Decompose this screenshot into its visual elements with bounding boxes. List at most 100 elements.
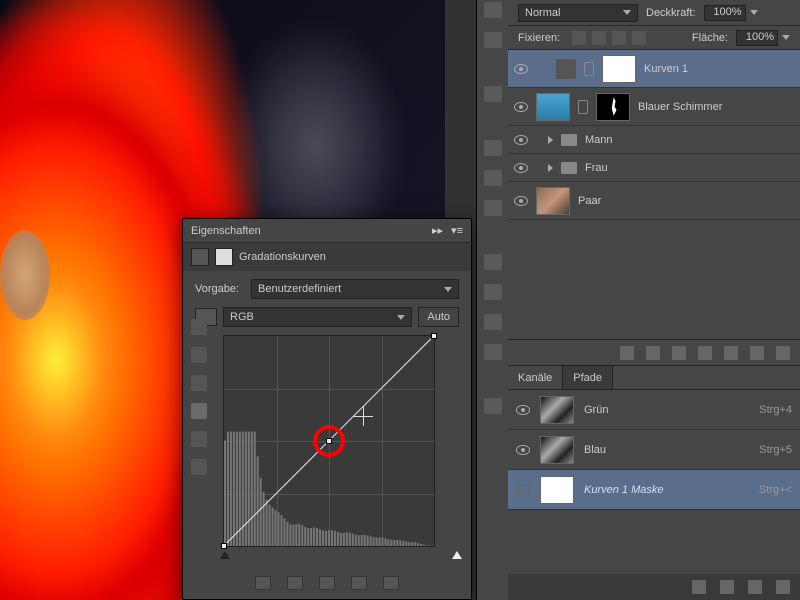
curves-adjustment-icon [191,248,209,266]
layer-mask-thumb[interactable] [602,55,636,83]
visibility-toggle[interactable] [514,102,528,112]
hand-silhouette [0,230,50,320]
preset-dropdown[interactable]: Benutzerdefiniert [251,279,459,299]
channel-row[interactable]: Blau Strg+5 [508,430,800,470]
folder-icon [561,134,577,146]
blend-mode-dropdown[interactable]: Normal [518,4,638,22]
smooth-icon[interactable] [191,459,207,475]
annotation-circle [313,425,345,457]
chevron-down-icon [444,287,452,292]
fx-icon[interactable] [646,346,660,360]
lock-pixels-icon[interactable] [592,31,606,45]
trash-icon[interactable] [776,580,790,594]
layer-group-row[interactable]: Mann [508,126,800,154]
layer-mask-thumb[interactable] [596,93,630,121]
fx-icon[interactable] [484,200,502,216]
curves-grid[interactable] [223,335,435,547]
tool-presets-icon[interactable] [484,284,502,300]
info-icon[interactable] [484,398,502,414]
panel-menu-icon[interactable]: ▾≡ [451,224,463,237]
mask-add-icon[interactable] [672,346,686,360]
eyedropper-white-icon[interactable] [191,375,207,391]
visibility-toggle[interactable] [514,64,528,74]
layer-row[interactable]: Paar [508,182,800,220]
lock-transparency-icon[interactable] [572,31,586,45]
brushes-icon[interactable] [484,314,502,330]
link-icon[interactable] [584,62,594,76]
layers-footer [508,340,800,366]
clone-icon[interactable] [484,344,502,360]
link-icon[interactable] [578,100,588,114]
layer-row[interactable]: Kurven 1 [508,50,800,88]
layer-row[interactable]: Blauer Schimmer [508,88,800,126]
trash-icon[interactable] [776,346,790,360]
properties-title: Eigenschaften [191,225,432,237]
channel-thumb [540,476,574,504]
character-panel-icon[interactable] [484,2,502,18]
white-slider[interactable] [452,551,462,559]
visibility-toggle[interactable] [514,196,528,206]
channels-footer [508,574,800,600]
swatches-icon[interactable] [484,140,502,156]
preset-label: Vorgabe: [195,283,245,295]
save-selection-icon[interactable] [720,580,734,594]
link-layers-icon[interactable] [620,346,634,360]
fill-input[interactable]: 100% [736,30,778,46]
visibility-toggle[interactable] [514,163,528,173]
channel-row[interactable]: Grün Strg+4 [508,390,800,430]
eyedropper-gray-icon[interactable] [191,347,207,363]
lock-all-icon[interactable] [632,31,646,45]
view-previous-icon[interactable] [287,576,303,590]
draw-curve-icon[interactable] [191,431,207,447]
section-title: Gradationskurven [239,251,326,263]
adjustment-add-icon[interactable] [698,346,712,360]
layer-new-icon[interactable] [750,346,764,360]
auto-button[interactable]: Auto [418,307,459,327]
chevron-down-icon[interactable] [782,35,790,40]
mask-icon [215,248,233,266]
trash-icon[interactable] [383,576,399,590]
properties-footer [183,571,471,595]
channels-tabs: Kanäle Pfade [508,366,800,390]
clip-icon[interactable] [255,576,271,590]
layer-group-row[interactable]: Frau [508,154,800,182]
visibility-toggle[interactable] [516,445,530,455]
visibility-toggle[interactable] [516,405,530,415]
expand-arrow-icon[interactable] [548,164,553,172]
layer-thumb[interactable] [536,187,570,215]
chevron-down-icon [397,315,405,320]
paragraph-panel-icon[interactable] [484,32,502,48]
black-slider[interactable] [220,551,230,559]
properties-header[interactable]: Eigenschaften ▸▸ ▾≡ [183,219,471,243]
reset-icon[interactable] [319,576,335,590]
expand-arrow-icon[interactable] [548,136,553,144]
eyedropper-black-icon[interactable] [191,319,207,335]
layers-list: Kurven 1 Blauer Schimmer Mann Frau Paar [508,50,800,220]
layer-thumb[interactable] [536,93,570,121]
tab-channels[interactable]: Kanäle [508,366,563,389]
chevron-down-icon [623,10,631,15]
chevron-down-icon[interactable] [750,10,758,15]
curve-point-white[interactable] [431,333,437,339]
load-selection-icon[interactable] [692,580,706,594]
lock-position-icon[interactable] [612,31,626,45]
channel-dropdown[interactable]: RGB [223,307,412,327]
curve-point-black[interactable] [221,543,227,549]
styles-icon[interactable] [484,170,502,186]
visibility-icon[interactable] [351,576,367,590]
play-icon[interactable] [484,86,502,102]
crosshair-cursor [353,406,373,426]
channel-row[interactable]: Kurven 1 Maske Strg+< [508,470,800,510]
channels-list: Grün Strg+4 Blau Strg+5 Kurven 1 Maske S… [508,390,800,510]
opacity-input[interactable]: 100% [704,5,746,21]
visibility-toggle[interactable] [516,485,530,495]
visibility-toggle[interactable] [514,135,528,145]
curves-icon [556,59,576,79]
edit-points-icon[interactable] [191,403,207,419]
align-icon[interactable] [484,254,502,270]
channel-new-icon[interactable] [748,580,762,594]
collapse-icon[interactable]: ▸▸ [432,224,443,237]
folder-icon [561,162,577,174]
group-new-icon[interactable] [724,346,738,360]
tab-paths[interactable]: Pfade [563,366,613,389]
